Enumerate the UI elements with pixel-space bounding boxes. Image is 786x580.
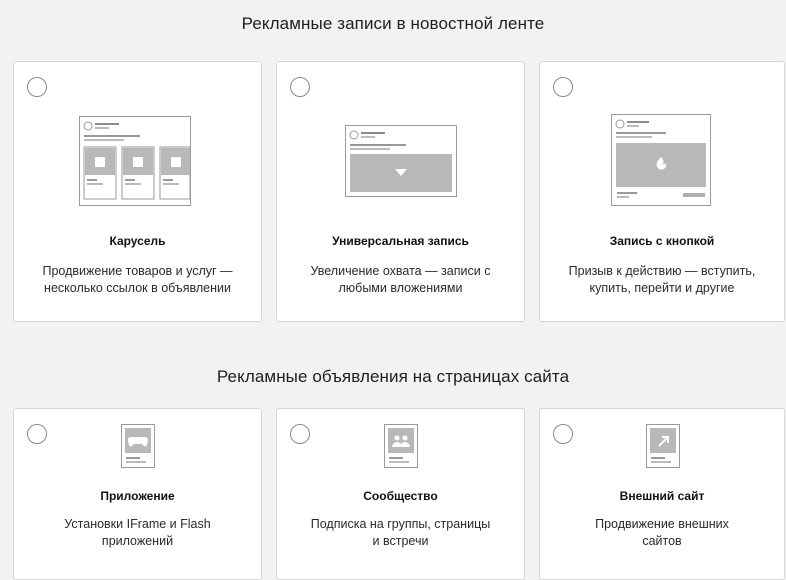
radio-button[interactable] xyxy=(27,424,47,444)
card-description: Увеличение охвата — записи с любыми влож… xyxy=(283,263,518,297)
card-description: Установки IFrame и Flash приложений xyxy=(20,516,255,550)
carousel-preview-icon xyxy=(79,116,191,206)
card-title: Универсальная запись xyxy=(332,234,469,248)
ad-format-card-button-post[interactable]: Запись с кнопкой Призыв к действию — вст… xyxy=(539,61,785,322)
button-post-preview-icon xyxy=(611,114,711,206)
card-title: Приложение xyxy=(100,489,175,503)
ad-format-card-universal-post[interactable]: Универсальная запись Увеличение охвата —… xyxy=(276,61,525,322)
card-description-line: приложений xyxy=(101,534,174,548)
card-description-line: купить, перейти и другие xyxy=(589,281,735,295)
site-section-title: Рекламные объявления на страницах сайта xyxy=(216,367,570,386)
card-description-line: любыми вложениями xyxy=(338,281,463,295)
card-description-line: Продвижение внешних xyxy=(595,517,729,531)
feed-section-title: Рекламные записи в новостной ленте xyxy=(241,14,545,33)
ad-format-card-carousel[interactable]: Карусель Продвижение товаров и услуг — н… xyxy=(13,61,262,322)
people-icon xyxy=(384,424,418,468)
card-title: Сообщество xyxy=(363,489,438,503)
card-description-line: и встречи xyxy=(372,534,429,548)
radio-button[interactable] xyxy=(290,424,310,444)
radio-button[interactable] xyxy=(553,77,573,97)
card-description-line: несколько ссылок в объявлении xyxy=(44,281,231,295)
radio-button[interactable] xyxy=(27,77,47,97)
card-description-line: Продвижение товаров и услуг — xyxy=(42,264,233,278)
universal-post-preview-icon xyxy=(345,125,457,197)
card-description-line: сайтов xyxy=(642,534,682,548)
gamepad-icon xyxy=(121,424,155,468)
card-description-line: Установки IFrame и Flash xyxy=(64,517,211,531)
card-description: Призыв к действию — вступить, купить, пе… xyxy=(546,263,778,297)
ad-format-card-app[interactable]: Приложение Установки IFrame и Flash прил… xyxy=(13,408,262,580)
card-title: Внешний сайт xyxy=(619,489,705,503)
card-description-line: Подписка на группы, страницы xyxy=(310,517,491,531)
ad-format-card-community[interactable]: Сообщество Подписка на группы, страницы … xyxy=(276,408,525,580)
external-link-icon xyxy=(646,424,680,468)
card-description-line: Увеличение охвата — записи с xyxy=(310,264,491,278)
card-description: Продвижение внешних сайтов xyxy=(546,516,778,550)
card-title: Запись с кнопкой xyxy=(609,234,715,248)
ad-format-card-external-site[interactable]: Внешний сайт Продвижение внешних сайтов xyxy=(539,408,785,580)
radio-button[interactable] xyxy=(553,424,573,444)
card-description: Подписка на группы, страницы и встречи xyxy=(283,516,518,550)
radio-button[interactable] xyxy=(290,77,310,97)
card-description-line: Призыв к действию — вступить, xyxy=(568,264,756,278)
card-title: Карусель xyxy=(109,234,166,248)
card-description: Продвижение товаров и услуг — несколько … xyxy=(20,263,255,297)
